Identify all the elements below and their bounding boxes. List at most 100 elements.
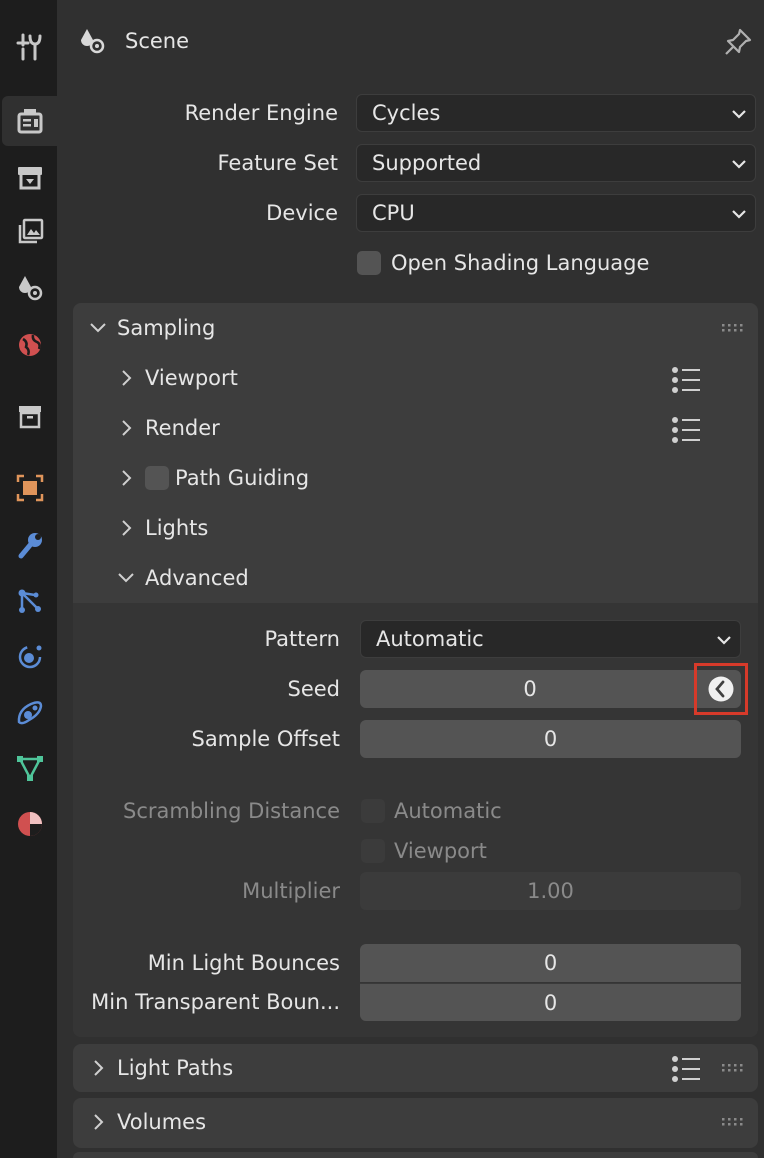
physics-tab[interactable]	[2, 632, 57, 682]
chevron-down-icon	[732, 110, 746, 119]
data-tab[interactable]	[2, 743, 57, 793]
tool-tab[interactable]	[2, 22, 57, 72]
device-value: CPU	[372, 201, 415, 225]
chevron-down-icon	[90, 323, 106, 333]
seed-label: Seed	[287, 677, 341, 701]
volumes-header[interactable]: Volumes	[89, 1110, 206, 1134]
properties-tab-bar	[0, 0, 57, 1158]
min-light-bounces-label: Min Light Bounces	[147, 951, 340, 975]
collection-tab[interactable]	[2, 391, 57, 441]
sample-offset-label: Sample Offset	[191, 727, 340, 751]
feature-set-dropdown[interactable]: Supported	[356, 144, 756, 182]
osl-checkbox[interactable]	[357, 251, 381, 275]
sample-offset-field[interactable]: 0	[360, 720, 741, 758]
lights-subpanel-header[interactable]: Lights	[117, 516, 208, 540]
world-icon	[18, 334, 41, 356]
min-light-bounces-field[interactable]: 0	[360, 944, 741, 982]
material-tab[interactable]	[2, 799, 57, 849]
scrambling-distance-label: Scrambling Distance	[123, 799, 340, 823]
render-engine-value: Cycles	[372, 101, 441, 125]
drag-handle-icon[interactable]	[722, 1063, 744, 1073]
render-subpanel-header[interactable]: Render	[117, 416, 220, 440]
min-transparent-bounces-label: Min Transparent Boun...	[91, 990, 340, 1014]
advanced-subpanel-header[interactable]: Advanced	[117, 566, 249, 590]
chevron-right-icon	[122, 470, 132, 486]
chevron-down-icon	[118, 573, 134, 583]
object-icon	[16, 474, 43, 502]
sampling-title: Sampling	[117, 316, 216, 340]
min-transparent-bounces-field[interactable]: 0	[360, 983, 741, 1021]
chevron-right-icon	[122, 520, 132, 536]
chevron-down-icon	[717, 636, 731, 645]
next-panel-edge	[73, 1152, 758, 1158]
constraints-icon	[17, 701, 42, 725]
scrambling-viewport-checkbox[interactable]	[361, 839, 385, 863]
viewport-subpanel-header[interactable]: Viewport	[117, 366, 238, 390]
pin-icon[interactable]	[722, 26, 754, 58]
osl-label: Open Shading Language	[391, 251, 650, 275]
scrambling-viewport-label: Viewport	[394, 839, 487, 863]
render-engine-dropdown[interactable]: Cycles	[356, 94, 756, 132]
material-icon	[17, 812, 42, 836]
sampling-header[interactable]: Sampling	[89, 316, 215, 340]
feature-set-value: Supported	[372, 151, 482, 175]
scrambling-automatic-checkbox[interactable]	[361, 799, 385, 823]
multiplier-field[interactable]: 1.00	[360, 872, 741, 910]
highlight-box	[694, 663, 748, 715]
particles-tab[interactable]	[2, 576, 57, 626]
pattern-dropdown[interactable]: Automatic	[360, 620, 741, 658]
modifier-icon	[18, 533, 42, 559]
light-paths-title: Light Paths	[117, 1056, 234, 1080]
lights-subpanel-title: Lights	[145, 516, 209, 540]
output-tab[interactable]	[2, 152, 57, 202]
device-dropdown[interactable]: CPU	[356, 194, 756, 232]
output-icon	[17, 167, 42, 190]
pattern-value: Automatic	[376, 627, 484, 651]
object-tab[interactable]	[2, 463, 57, 513]
path-guiding-subpanel-header[interactable]: Path Guiding	[117, 466, 309, 490]
scene-tab[interactable]	[2, 263, 57, 313]
particles-icon	[18, 589, 41, 613]
viewport-subpanel-title: Viewport	[145, 366, 238, 390]
seed-field[interactable]: 0	[360, 670, 700, 708]
collection-icon	[18, 406, 41, 429]
scrambling-automatic-label: Automatic	[394, 799, 502, 823]
render-tab[interactable]	[2, 96, 57, 146]
modifier-tab[interactable]	[2, 520, 57, 570]
drag-handle-icon[interactable]	[722, 323, 744, 333]
multiplier-label: Multiplier	[242, 879, 340, 903]
min-transparent-bounces-value: 0	[543, 990, 558, 1015]
render-engine-label: Render Engine	[184, 101, 338, 125]
chevron-down-icon	[732, 160, 746, 169]
device-label: Device	[266, 201, 338, 225]
advanced-subpanel-title: Advanced	[145, 566, 249, 590]
constraints-tab[interactable]	[2, 688, 57, 738]
presets-list-icon[interactable]	[671, 416, 701, 444]
chevron-right-icon	[94, 1060, 104, 1076]
seed-value: 0	[523, 677, 537, 701]
physics-icon	[18, 645, 41, 669]
drag-handle-icon[interactable]	[722, 1117, 744, 1127]
view-layer-tab[interactable]	[2, 207, 57, 257]
chevron-right-icon	[94, 1114, 104, 1130]
tool-icon	[16, 33, 41, 61]
chevron-down-icon	[732, 210, 746, 219]
multiplier-value: 1.00	[527, 879, 574, 903]
render-subpanel-title: Render	[145, 416, 220, 440]
light-paths-header[interactable]: Light Paths	[89, 1056, 233, 1080]
feature-set-label: Feature Set	[217, 151, 338, 175]
view-layer-icon	[18, 218, 43, 244]
pattern-label: Pattern	[264, 627, 340, 651]
sample-offset-value: 0	[543, 727, 558, 751]
chevron-right-icon	[122, 370, 132, 386]
world-tab[interactable]	[2, 320, 57, 370]
path-guiding-title: Path Guiding	[175, 466, 310, 490]
data-icon	[16, 756, 43, 781]
scene-icon	[18, 276, 42, 301]
path-guiding-checkbox[interactable]	[145, 466, 169, 490]
min-light-bounces-value: 0	[543, 951, 558, 975]
presets-list-icon[interactable]	[671, 366, 701, 394]
scene-icon	[81, 29, 105, 54]
presets-list-icon[interactable]	[671, 1055, 701, 1083]
volumes-title: Volumes	[117, 1110, 207, 1134]
